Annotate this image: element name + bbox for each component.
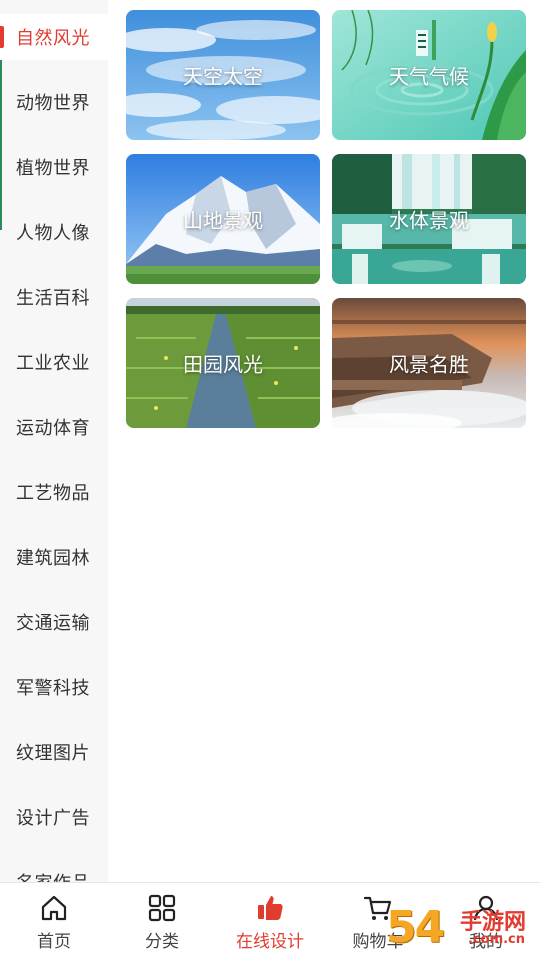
cart-icon — [363, 896, 392, 920]
grid-icon — [148, 894, 176, 922]
active-indicator — [0, 26, 4, 48]
tab-profile[interactable]: 我的 — [432, 883, 540, 960]
sidebar-item-label: 人物人像 — [16, 223, 90, 244]
tab-online-design[interactable]: 在线设计 — [216, 883, 324, 960]
sidebar-item-label: 生活百科 — [16, 288, 90, 309]
sidebar-item-label: 动物世界 — [16, 93, 90, 114]
card-label: 山地景观 — [183, 208, 263, 233]
sidebar-item-label: 设计广告 — [16, 808, 90, 829]
user-icon — [473, 895, 499, 921]
tab-category[interactable]: 分类 — [108, 883, 216, 960]
sidebar-item-textures[interactable]: 纹理图片 — [0, 729, 108, 775]
thumbs-up-icon — [258, 896, 283, 920]
category-sidebar: 自然风光 动物世界 植物世界 人物人像 生活百科 工业农业 运动体育 工艺物品 … — [0, 0, 108, 882]
sidebar-item-label: 纹理图片 — [16, 743, 90, 764]
sidebar-item-transport[interactable]: 交通运输 — [0, 599, 108, 645]
card-label: 水体景观 — [389, 208, 469, 233]
tab-home[interactable]: 首页 — [0, 883, 108, 960]
tab-label: 在线设计 — [236, 932, 304, 952]
sidebar-item-crafts[interactable]: 工艺物品 — [0, 469, 108, 515]
card-label: 风景名胜 — [389, 352, 469, 377]
category-card-water-landscape[interactable]: 水体景观 — [332, 154, 526, 284]
sidebar-item-natural-scenery[interactable]: 自然风光 — [0, 14, 108, 60]
sidebar-item-label: 交通运输 — [16, 613, 90, 634]
sidebar-item-label: 工艺物品 — [16, 483, 90, 504]
sidebar-item-plants[interactable]: 植物世界 — [0, 144, 108, 190]
category-card-weather-climate[interactable]: 天气气候 — [332, 10, 526, 140]
home-icon — [41, 895, 67, 921]
category-card-mountain-landscape[interactable]: 山地景观 — [126, 154, 320, 284]
card-label: 天空太空 — [183, 64, 263, 89]
card-label: 田园风光 — [183, 352, 263, 377]
sidebar-item-people[interactable]: 人物人像 — [0, 209, 108, 255]
sidebar-item-industry-agriculture[interactable]: 工业农业 — [0, 339, 108, 385]
sidebar-item-label: 植物世界 — [16, 158, 90, 179]
sidebar-item-label: 军警科技 — [16, 678, 90, 699]
sidebar-item-sports[interactable]: 运动体育 — [0, 404, 108, 450]
tab-label: 首页 — [37, 932, 71, 952]
category-card-sky-space[interactable]: 天空太空 — [126, 10, 320, 140]
tab-label: 分类 — [145, 932, 179, 952]
sidebar-item-life[interactable]: 生活百科 — [0, 274, 108, 320]
sidebar-item-label: 运动体育 — [16, 418, 90, 439]
sidebar-item-label: 名家作品 — [16, 869, 90, 882]
card-label: 天气气候 — [389, 64, 469, 89]
sidebar-item-label: 工业农业 — [16, 353, 90, 374]
sidebar-item-label: 自然风光 — [16, 28, 90, 49]
bottom-tab-bar: 首页 分类 在线设计 购物车 我的 — [0, 882, 540, 960]
sidebar-item-masterpieces[interactable]: 名家作品 — [0, 859, 108, 882]
subcategory-grid: 天空太空 天气气候 山地景观 水体景观 田园风光 风景名胜 — [108, 0, 540, 882]
app-screen: 自然风光 动物世界 植物世界 人物人像 生活百科 工业农业 运动体育 工艺物品 … — [0, 0, 540, 960]
sidebar-item-military-tech[interactable]: 军警科技 — [0, 664, 108, 710]
sidebar-item-architecture[interactable]: 建筑园林 — [0, 534, 108, 580]
category-card-pastoral-scenery[interactable]: 田园风光 — [126, 298, 320, 428]
sidebar-item-design-ads[interactable]: 设计广告 — [0, 794, 108, 840]
sidebar-item-animals[interactable]: 动物世界 — [0, 79, 108, 125]
tab-cart[interactable]: 购物车 — [324, 883, 432, 960]
tab-label: 我的 — [469, 932, 503, 952]
tab-label: 购物车 — [352, 932, 404, 952]
category-card-scenic-spots[interactable]: 风景名胜 — [332, 298, 526, 428]
sidebar-item-label: 建筑园林 — [16, 548, 90, 569]
